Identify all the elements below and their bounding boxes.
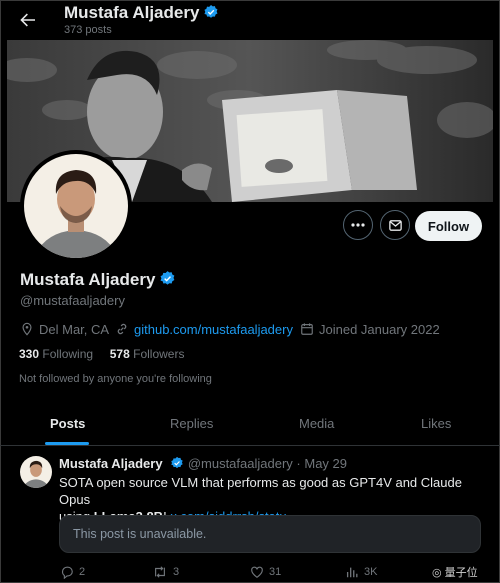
- not-followed-text: Not followed by anyone you're following: [19, 373, 212, 385]
- repost-icon: [155, 566, 165, 578]
- profile-handle: @mustafaaljadery: [20, 293, 125, 308]
- calendar-icon: [301, 323, 313, 335]
- profile-name: Mustafa Aljadery: [20, 270, 176, 292]
- views-icon: [346, 567, 358, 578]
- profile-avatar[interactable]: [20, 150, 132, 262]
- header-name: Mustafa Aljadery: [64, 3, 219, 25]
- verified-badge-icon: [159, 270, 176, 292]
- tab-replies[interactable]: Replies: [170, 416, 213, 431]
- link-icon: [117, 323, 127, 335]
- header-posts-count: 373 posts: [64, 24, 112, 36]
- tab-likes[interactable]: Likes: [421, 416, 451, 431]
- follow-button[interactable]: Follow: [415, 211, 482, 241]
- tab-posts[interactable]: Posts: [50, 416, 85, 431]
- location-icon: [22, 322, 32, 336]
- reply-icon: [61, 566, 73, 579]
- tab-media[interactable]: Media: [299, 416, 334, 431]
- more-icon: [351, 223, 365, 227]
- post-author-avatar[interactable]: [20, 456, 52, 488]
- post-header: Mustafa Aljadery @mustafaaljadery · May …: [59, 456, 347, 473]
- repost-button[interactable]: 3: [152, 564, 179, 580]
- post-author-handle[interactable]: @mustafaaljadery: [188, 456, 293, 471]
- post-date[interactable]: May 29: [304, 456, 347, 471]
- profile-location: Del Mar, CA: [20, 320, 109, 338]
- like-icon: [251, 566, 263, 578]
- joined-text: Joined January 2022: [319, 321, 440, 337]
- verified-badge-icon: [203, 4, 219, 25]
- reply-button[interactable]: 2: [60, 564, 85, 580]
- followers-link[interactable]: 578 Followers: [110, 347, 185, 361]
- profile-tabs: Posts Replies Media Likes: [0, 405, 500, 446]
- back-arrow-icon[interactable]: [16, 8, 40, 32]
- profile-website[interactable]: github.com/mustafaaljadery: [115, 320, 293, 338]
- profile-joined: Joined January 2022: [300, 320, 440, 338]
- watermark: ◎ 量子位: [432, 567, 478, 579]
- top-bar: Mustafa Aljadery 373 posts: [0, 0, 500, 42]
- more-button[interactable]: [343, 210, 373, 240]
- verified-badge-icon: [170, 456, 184, 473]
- message-button[interactable]: [380, 210, 410, 240]
- quoted-post-unavailable: This post is unavailable.: [59, 515, 481, 553]
- profile-stats: 330 Following 578 Followers: [19, 347, 184, 361]
- post-author-name[interactable]: Mustafa Aljadery: [59, 456, 163, 471]
- views-button[interactable]: 3K: [345, 564, 377, 580]
- website-link[interactable]: github.com/mustafaaljadery: [134, 322, 293, 337]
- following-link[interactable]: 330 Following: [19, 347, 93, 361]
- active-tab-indicator: [45, 442, 89, 445]
- location-text: Del Mar, CA: [39, 321, 110, 337]
- message-icon: [388, 219, 402, 231]
- like-button[interactable]: 31: [250, 564, 281, 580]
- post-separator: ·: [296, 456, 301, 471]
